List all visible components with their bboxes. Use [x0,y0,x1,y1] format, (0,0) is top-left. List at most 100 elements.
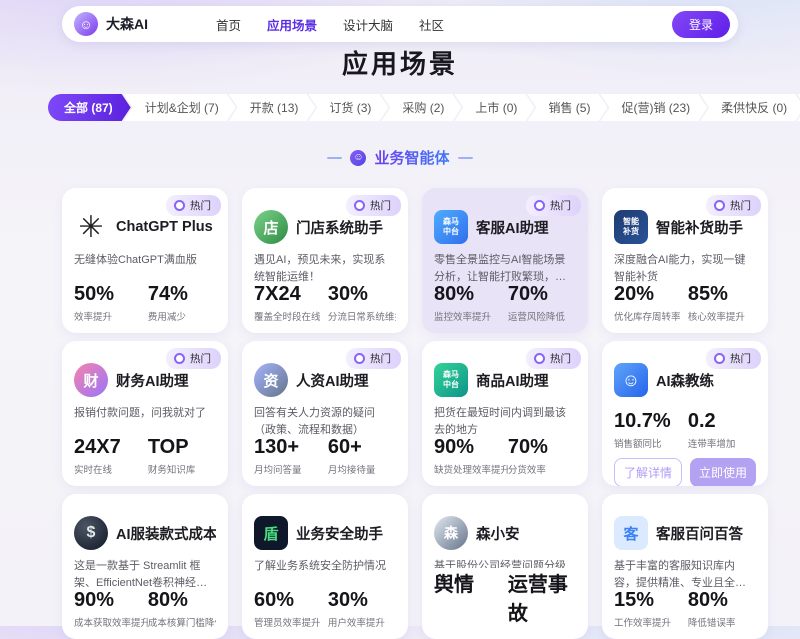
filter-tab-4[interactable]: 采购 (2) [381,94,461,121]
stat-value: 90% [74,589,148,612]
app-card[interactable]: 热门☺AI森教练通过AI教练，帮助导购实战演练并追踪和评估效果，提升导购销售技能… [602,341,768,486]
stat: 10.7%销售额同比 [614,410,688,450]
filter-tab-1[interactable]: 计划&企划 (7) [124,94,236,121]
hot-badge: 热门 [706,195,761,216]
stat-value: TOP [148,436,216,459]
stat: 130+ 月均问答量 [254,436,328,476]
stat: 85%核心效率提升 [688,283,756,323]
filter-tab-2[interactable]: 开款 (13) [229,94,316,121]
semir-platform-logo: 森马中台 [434,210,468,244]
app-card[interactable]: 热门森马中台客服AI助理零售全景监控与AI智能场景分析，让智能打败繁琐，让效率赢… [422,188,588,333]
card-description: 零售全景监控与AI智能场景分析，让智能打败繁琐，让效率赢回时间 [434,252,576,283]
filter-tab-5[interactable]: 上市 (0) [454,94,534,121]
stat: 50%效率提升 [74,283,148,323]
card-stats: 24X7实时在线TOP财务知识库 [74,436,216,477]
learn-more-button[interactable]: 了解详情 [614,458,682,486]
filter-tab-3[interactable]: 订货 (3) [308,94,388,121]
hot-badge-label: 热门 [370,351,391,366]
hot-badge: 热门 [166,195,221,216]
stat-label: 成本核算门槛降低 [148,615,216,629]
card-header: 客客服百问百答 [614,516,756,550]
customer-qa-person-icon: 客 [614,516,648,550]
stat-label: 分流日常系统维护 [328,309,396,323]
stat-value: 30% [328,589,396,612]
card-description: 基于股份公司经营问题分级分类标准V2.0，提供舆情分析，营销风险评… [434,558,576,568]
app-card[interactable]: 盾业务安全助手了解业务系统安全防护情况60%管理员效率提升30%用户效率提升 [242,494,408,639]
stat: 70%运营风险降低 [508,283,576,323]
brand[interactable]: ☺ 大森AI [74,12,148,36]
app-card[interactable]: 客客服百问百答基于丰富的客服知识库内容，提供精准、专业且全面的客服知识解答和…1… [602,494,768,639]
smiley-icon: ☺ [350,150,366,166]
hot-badge-label: 热门 [190,198,211,213]
stat-value: 74% [148,283,216,306]
card-description: 无缝体验ChatGPT满血版 [74,252,216,269]
hot-badge: 热门 [526,348,581,369]
hot-ring-icon [714,353,725,364]
category-filter-bar: 全部 (87)计划&企划 (7)开款 (13)订货 (3)采购 (2)上市 (0… [48,94,800,121]
hot-ring-icon [534,353,545,364]
stat-label: 用户效率提升 [328,615,396,629]
stat-label: 分货效率 [508,462,576,476]
hot-badge-label: 热门 [550,198,571,213]
card-stats: 50%效率提升74% 费用减少 [74,283,216,324]
store-worker-avatar: 店 [254,210,288,244]
hot-badge-label: 热门 [370,198,391,213]
filter-tab-6[interactable]: 销售 (5) [527,94,607,121]
card-title: 业务安全助手 [296,523,383,544]
robot-avatar: 森 [434,516,468,550]
card-title: 商品AI助理 [476,370,549,391]
stat-label: 月均接待量 [328,462,396,476]
hot-badge-label: 热门 [730,351,751,366]
stat: 60%管理员效率提升 [254,589,328,629]
stat-label: 费用减少 [148,309,216,323]
app-card[interactable]: 热门✳ChatGPT Plus无缝体验ChatGPT满血版50%效率提升74%费… [62,188,228,333]
filter-tab-8[interactable]: 柔供快反 (0) [700,94,800,121]
card-stats: 20%优化库存周转率85%核心效率提升 [614,283,756,324]
stat-label: 成本获取效率提升 [74,615,148,629]
nav-item-设计大脑[interactable]: 设计大脑 [343,15,393,34]
top-navbar: ☺ 大森AI 首页 应用场景 设计大脑 社区 登录 [62,6,738,42]
login-button[interactable]: 登录 [672,11,730,38]
app-card[interactable]: 热门森马中台商品AI助理把货在最短时间内调到最该去的地方90%缺货处理效率提升7… [422,341,588,486]
stat-label: 实时在线 [74,462,148,476]
stat-value: 30% [328,283,396,306]
app-card[interactable]: 热门财财务AI助理报销付款问题，问我就对了24X7实时在线TOP财务知识库 [62,341,228,486]
card-header: 森森小安 [434,516,576,550]
hr-assistant-avatar: 资 [254,363,288,397]
hot-ring-icon [534,200,545,211]
section-header: ☺ 业务智能体 [0,147,800,168]
hot-badge-label: 热门 [730,198,751,213]
stat-label: 月均问答量 [254,462,328,476]
stat-label: 缺货处理效率提升 [434,462,508,476]
hot-badge: 热门 [526,195,581,216]
app-card[interactable]: $AI服装款式成本分…这是一款基于 Streamlit 框架、Efficient… [62,494,228,639]
card-stats: 舆情运营事故 [434,568,576,630]
stat: 7X24覆盖全时段在线 [254,283,328,323]
card-description: 遇见AI，预见未来，实现系统智能运维！ [254,252,396,283]
hot-badge: 热门 [346,348,401,369]
stat-label: 工作效率提升 [614,615,688,629]
stat-value: 15% [614,589,688,612]
stat-value: 130+ [254,436,328,459]
stat: 80%成本核算门槛降低 [148,589,216,629]
filter-tab-7[interactable]: 促(营)销 (23) [600,94,707,121]
filter-tab-all[interactable]: 全部 (87) [48,94,131,121]
nav-item-社区[interactable]: 社区 [419,15,444,34]
stat: 90% 成本获取效率提升 [74,589,148,629]
stat-label: 监控效率提升 [434,309,508,323]
main-nav: 首页 应用场景 设计大脑 社区 [216,15,444,34]
card-description: 基于丰富的客服知识库内容，提供精准、专业且全面的客服知识解答和… [614,558,756,589]
card-title: 门店系统助手 [296,217,383,238]
stat-value: 7X24 [254,283,328,306]
card-title: 智能补货助手 [656,217,743,238]
card-stats: 10.7%销售额同比0.2连带率增加 [614,410,756,451]
nav-item-应用场景[interactable]: 应用场景 [267,15,317,34]
card-stats: 90%缺货处理效率提升70%分货效率 [434,436,576,477]
app-card[interactable]: 热门店门店系统助手遇见AI，预见未来，实现系统智能运维！7X24覆盖全时段在线3… [242,188,408,333]
semir-platform-logo-teal: 森马中台 [434,363,468,397]
app-card[interactable]: 热门资人资AI助理回答有关人力资源的疑问（政策、流程和数据）130+月均问答量6… [242,341,408,486]
app-card[interactable]: 森森小安基于股份公司经营问题分级分类标准V2.0，提供舆情分析，营销风险评…舆情… [422,494,588,639]
use-now-button[interactable]: 立即使用 [690,458,756,486]
nav-item-首页[interactable]: 首页 [216,15,241,34]
app-card[interactable]: 热门智能补货智能补货助手深度融合AI能力，实现一键智能补货20%优化库存周转率8… [602,188,768,333]
